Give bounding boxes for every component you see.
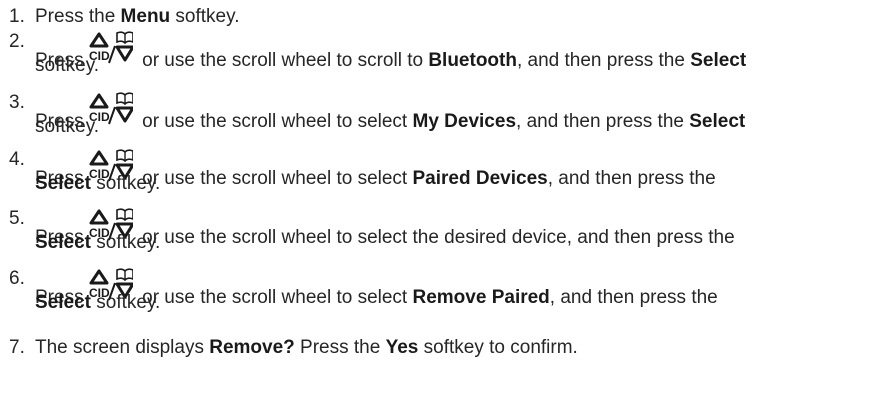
emphasis-text: Select xyxy=(35,232,91,253)
step-text: or use the scroll wheel to select xyxy=(136,287,413,308)
emphasis-text: Paired Devices xyxy=(412,168,548,189)
step-text: or use the scroll wheel to select xyxy=(136,111,413,132)
step-text: , and then press the xyxy=(516,50,691,71)
step-text: softkey. xyxy=(35,55,100,76)
step-number: 2. xyxy=(9,31,25,52)
step-text: softkey. xyxy=(170,6,240,27)
step-text-line: Press the Menu softkey. xyxy=(35,5,240,29)
emphasis-text: Remove Paired xyxy=(412,287,550,308)
step-number: 3. xyxy=(9,92,25,113)
step-text-line: The screen displays Remove? Press the Ye… xyxy=(35,336,578,360)
step-text-line: Press CID or use the scroll wheel to scr… xyxy=(35,30,746,73)
step-text: softkey. xyxy=(35,116,100,137)
step-number: 4. xyxy=(9,149,25,170)
instruction-list: 1. Press the Menu softkey. 2. Press CID or … xyxy=(0,0,877,397)
step-text: The screen displays xyxy=(35,337,210,358)
step-text-line: Select softkey. xyxy=(35,231,160,255)
step-number: 1. xyxy=(9,6,25,27)
step-text: or use the scroll wheel to select xyxy=(136,168,413,189)
emphasis-text: My Devices xyxy=(412,111,517,132)
step-text: softkey to confirm. xyxy=(418,337,578,358)
emphasis-text: Yes xyxy=(385,337,419,358)
step-text-line: softkey. xyxy=(35,54,99,78)
step-text: softkey. xyxy=(90,173,161,194)
step-text: or use the scroll wheel to select the de… xyxy=(136,227,735,248)
step-text: softkey. xyxy=(90,232,161,253)
emphasis-text: Remove? xyxy=(209,337,295,358)
step-text: Press the xyxy=(35,6,121,27)
step-text-line: softkey. xyxy=(35,115,99,139)
step-text: softkey. xyxy=(90,292,161,313)
step-text-line: Press CID or use the scroll wheel to sel… xyxy=(35,91,745,134)
emphasis-text: Select xyxy=(35,173,91,194)
step-text: , and then press the xyxy=(516,111,690,132)
emphasis-text: Bluetooth xyxy=(428,50,517,71)
step-text-line: Select softkey. xyxy=(35,291,160,315)
step-text: or use the scroll wheel to scroll to xyxy=(136,50,429,71)
emphasis-text: Select xyxy=(35,292,91,313)
step-number: 7. xyxy=(9,337,25,358)
step-text: Press the xyxy=(294,337,386,358)
step-text: , and then press the xyxy=(549,287,718,308)
emphasis-text: Menu xyxy=(120,6,171,27)
step-text: , and then press the xyxy=(547,168,716,189)
step-text-line: Select softkey. xyxy=(35,172,160,196)
step-number: 6. xyxy=(9,268,25,289)
step-number: 5. xyxy=(9,208,25,229)
emphasis-text: Select xyxy=(690,50,747,71)
emphasis-text: Select xyxy=(689,111,746,132)
